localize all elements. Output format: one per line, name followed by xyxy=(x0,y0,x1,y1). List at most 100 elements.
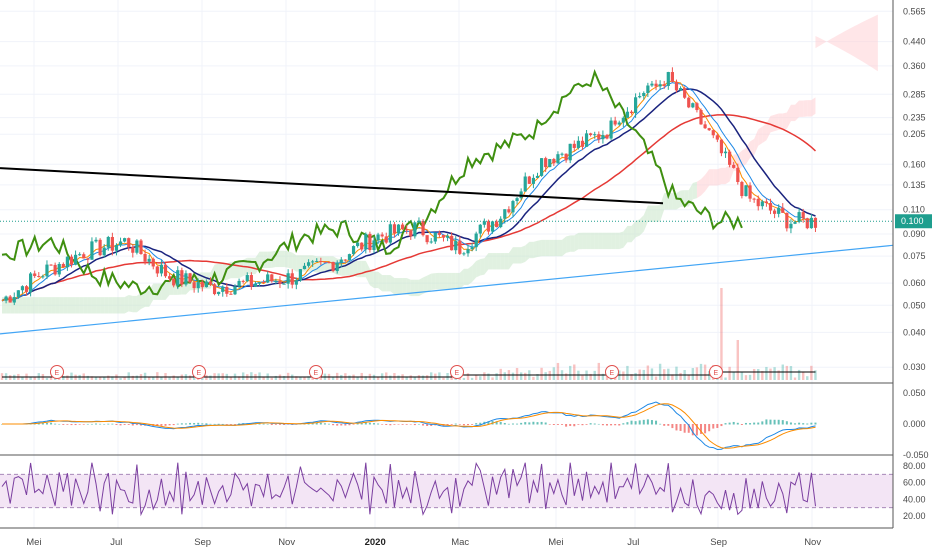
price-tick-label: 0.030 xyxy=(903,362,926,372)
macd-histogram-bar xyxy=(740,424,743,425)
macd-histogram-bar xyxy=(348,424,351,426)
cloud-segment xyxy=(541,239,546,257)
candle-body xyxy=(196,282,200,289)
macd-histogram-bar xyxy=(225,424,228,425)
candle-body xyxy=(405,229,409,231)
earnings-marker: E xyxy=(605,365,619,379)
candle-body xyxy=(278,280,282,284)
cloud-segment xyxy=(136,292,141,313)
macd-histogram-bar xyxy=(119,424,122,426)
volume-bar xyxy=(229,377,233,380)
macd-histogram-bar xyxy=(278,424,281,425)
candle-body xyxy=(306,262,311,266)
candle-body xyxy=(801,212,805,219)
macd-histogram-bar xyxy=(454,423,457,425)
cloud-segment xyxy=(67,297,72,314)
candle-body xyxy=(94,239,98,242)
candle-body xyxy=(331,261,335,272)
volume-bar xyxy=(650,368,654,380)
volume-bar xyxy=(511,372,515,380)
candle-body xyxy=(20,286,25,291)
volume-bar xyxy=(156,372,159,380)
cloud-segment xyxy=(132,295,137,313)
cloud-segment xyxy=(545,239,550,257)
macd-histogram-bar xyxy=(626,422,629,425)
candle-body xyxy=(155,266,159,274)
macd-histogram-bar xyxy=(655,420,658,425)
macd-histogram-bar xyxy=(728,422,731,425)
cloud-segment xyxy=(725,165,730,185)
candle-body xyxy=(335,262,339,272)
macd-histogram-bar xyxy=(217,423,220,425)
volume-bar xyxy=(695,367,699,380)
macd-histogram-bar xyxy=(168,424,171,426)
cloud-segment xyxy=(30,297,35,314)
candle-body xyxy=(523,176,527,192)
candle-body xyxy=(151,258,155,267)
macd-histogram-bar xyxy=(62,424,65,425)
candle-body xyxy=(732,164,736,168)
candle-body xyxy=(539,158,544,176)
volume-bar xyxy=(789,366,793,380)
cloud-segment xyxy=(586,232,591,250)
candle-body xyxy=(458,240,462,254)
price-tick-label: 0.135 xyxy=(903,180,926,190)
macd-histogram-bar xyxy=(127,424,130,425)
macd-histogram-bar xyxy=(234,424,237,425)
macd-histogram-bar xyxy=(74,424,77,426)
volume-bar xyxy=(503,372,506,380)
cloud-segment xyxy=(533,240,538,259)
volume-bar xyxy=(425,375,429,380)
candle-body xyxy=(760,201,764,207)
candle-body xyxy=(98,239,102,256)
volume-bar xyxy=(740,371,744,380)
candle-body xyxy=(282,283,286,285)
cloud-segment xyxy=(394,278,399,295)
candle-body xyxy=(703,124,707,129)
candle-body xyxy=(221,286,225,292)
macd-histogram-bar xyxy=(704,424,707,434)
candle-body xyxy=(225,286,229,294)
cloud-segment xyxy=(553,239,558,257)
volume-bar xyxy=(360,372,363,380)
cloud-segment xyxy=(656,205,661,222)
volume-bar xyxy=(209,375,212,380)
time-tick-label: 2020 xyxy=(365,537,386,548)
volume-bar xyxy=(442,377,445,380)
volume-bar xyxy=(107,375,110,380)
candle-body xyxy=(290,273,294,285)
cloud-segment xyxy=(557,239,563,257)
volume-bar xyxy=(744,375,748,380)
price-tick-label: 0.040 xyxy=(903,327,926,337)
price-tick-label: 0.565 xyxy=(903,6,926,16)
cloud-segment xyxy=(570,235,575,252)
candle-body xyxy=(670,72,674,82)
candle-body xyxy=(163,264,168,277)
macd-histogram-bar xyxy=(82,424,85,425)
macd-histogram-bar xyxy=(581,424,584,426)
cloud-segment xyxy=(104,297,109,314)
volume-bar xyxy=(241,372,245,380)
volume-bar xyxy=(801,372,805,380)
candle-body xyxy=(495,221,499,228)
candle-body xyxy=(53,264,57,275)
volume-bar xyxy=(172,375,175,380)
macd-histogram-bar xyxy=(319,422,322,425)
candle-body xyxy=(384,236,388,243)
price-tick-label: 0.285 xyxy=(903,89,926,99)
macd-histogram-bar xyxy=(802,423,805,425)
macd-histogram-bar xyxy=(209,423,212,425)
candle-body xyxy=(634,97,638,114)
macd-histogram-bar xyxy=(663,424,666,426)
candle-body xyxy=(450,235,454,251)
candle-body xyxy=(454,240,458,251)
cloud-segment xyxy=(42,297,47,314)
volume-bar xyxy=(487,373,490,380)
cloud-segment xyxy=(647,205,652,222)
macd-histogram-bar xyxy=(785,421,788,425)
macd-histogram-bar xyxy=(323,423,326,425)
cloud-segment xyxy=(279,250,285,268)
cloud-segment xyxy=(512,247,518,264)
candle-body xyxy=(159,264,164,274)
macd-histogram-bar xyxy=(679,424,682,431)
